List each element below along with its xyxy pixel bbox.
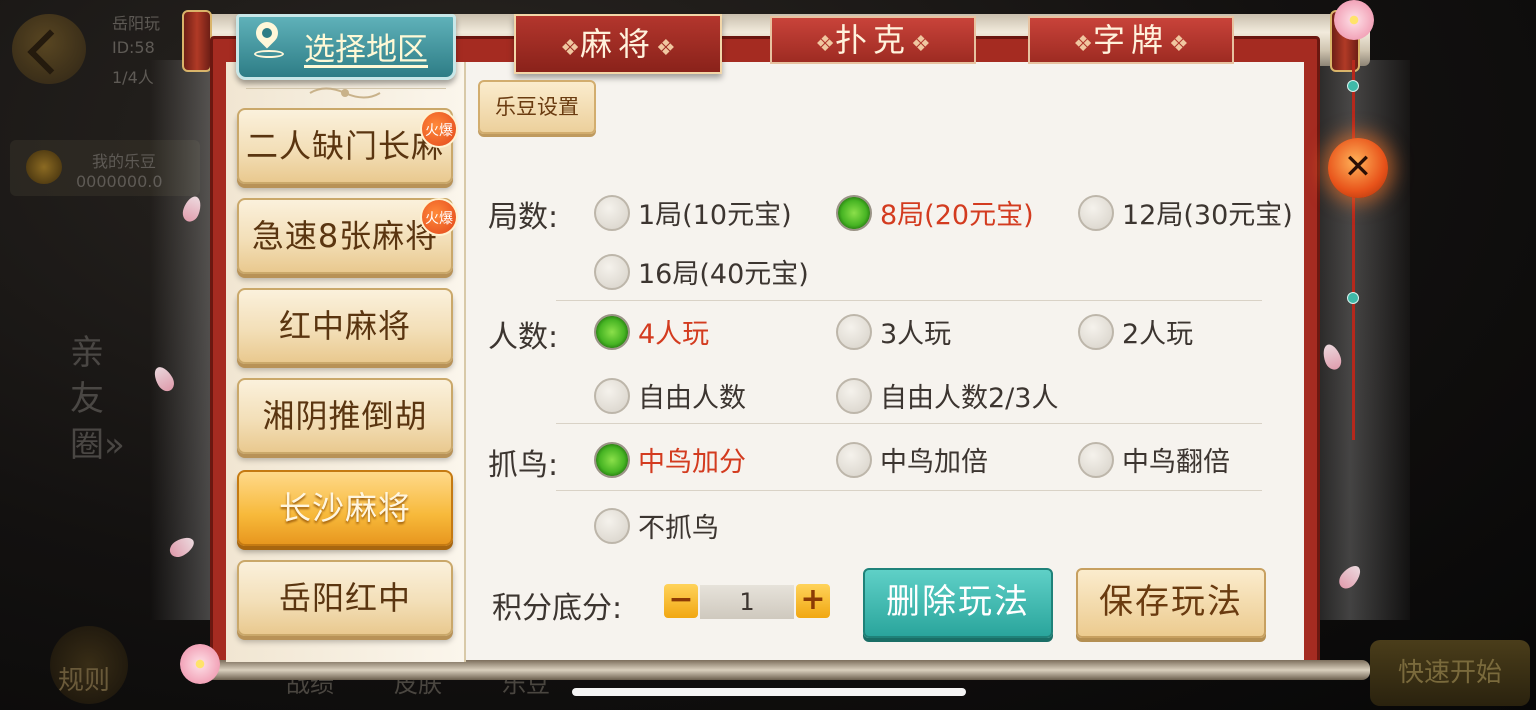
- option-label: 1局(10元宝): [638, 200, 792, 231]
- players-option-2[interactable]: 2人玩: [1078, 312, 1193, 351]
- sidebar-item-label: 长沙麻将: [278, 489, 411, 527]
- option-label: 16局(40元宝): [638, 259, 809, 290]
- bg-rule-label: 规则: [58, 666, 111, 696]
- rounds-label: 局数:: [488, 200, 559, 235]
- knot-icon: ❖: [1169, 32, 1189, 57]
- sidebar-item-label: 岳阳红中: [278, 579, 411, 617]
- base-score-label: 积分底分:: [492, 591, 623, 626]
- bg-room-id: ID:58: [112, 38, 155, 57]
- bg-room-name: 岳阳玩: [112, 14, 161, 33]
- select-region-label: 选择地区: [304, 32, 428, 68]
- bean-settings-button[interactable]: 乐豆设置: [478, 80, 596, 134]
- flower-icon: [1334, 0, 1374, 40]
- birds-option-flip-double[interactable]: 中鸟翻倍: [1078, 440, 1230, 479]
- tab-label: 扑克: [834, 21, 911, 59]
- bg-room-players: 1/4人: [112, 68, 154, 87]
- rod-cap-left: [182, 10, 212, 72]
- close-button[interactable]: ✕: [1328, 138, 1388, 198]
- delete-ruleset-button[interactable]: 删除玩法: [863, 568, 1053, 638]
- radio-selected-icon: [594, 441, 630, 478]
- rounds-option-1[interactable]: 1局(10元宝): [594, 193, 792, 232]
- tassel-cord: [1352, 60, 1355, 440]
- knot-icon: ❖: [656, 36, 676, 61]
- hot-badge: 火爆: [420, 198, 458, 236]
- sidebar-item-xiangyin[interactable]: 湘阴推倒胡: [237, 378, 453, 454]
- radio-icon: [1078, 313, 1114, 350]
- bg-bean-label: 我的乐豆: [92, 152, 157, 171]
- sidebar-item-label: 湘阴推倒胡: [262, 397, 428, 435]
- flower-icon: [180, 644, 220, 684]
- knot-icon: ❖: [911, 32, 931, 57]
- scroll-bottom-rod: [190, 660, 1370, 680]
- tab-label: 字牌: [1092, 21, 1169, 59]
- sidebar-item-label: 二人缺门长麻: [245, 127, 444, 165]
- sidebar-item-label: 急速8张麻将: [251, 217, 439, 255]
- bg-friends-circle: 亲友圈»: [70, 333, 125, 465]
- players-option-4[interactable]: 4人玩: [594, 312, 709, 351]
- bg-quick-start: 快速开始: [1370, 640, 1530, 706]
- home-indicator[interactable]: [572, 688, 966, 696]
- bead-icon: [1347, 80, 1359, 92]
- radio-selected-icon: [836, 194, 872, 231]
- option-label: 自由人数2/3人: [880, 383, 1059, 414]
- option-label: 4人玩: [638, 319, 710, 350]
- rounds-option-16[interactable]: 16局(40元宝): [594, 252, 809, 291]
- birds-option-double[interactable]: 中鸟加倍: [836, 440, 988, 479]
- option-label: 不抓鸟: [638, 513, 719, 544]
- players-option-3[interactable]: 3人玩: [836, 312, 951, 351]
- radio-icon: [1078, 194, 1114, 231]
- sidebar-item-erren-quemen[interactable]: 二人缺门长麻: [237, 108, 453, 184]
- radio-icon: [594, 253, 630, 290]
- radio-icon: [594, 377, 630, 414]
- radio-icon: [594, 194, 630, 231]
- option-label: 8局(20元宝): [880, 200, 1034, 231]
- players-option-free[interactable]: 自由人数: [594, 376, 746, 415]
- tab-zipai[interactable]: ❖字牌❖: [1028, 16, 1234, 64]
- radio-icon: [836, 313, 872, 350]
- option-label: 中鸟加分: [638, 447, 746, 478]
- divider: [556, 300, 1262, 301]
- divider: [556, 423, 1262, 424]
- players-label: 人数:: [488, 320, 559, 355]
- knot-icon: ❖: [1073, 32, 1093, 57]
- save-ruleset-button[interactable]: 保存玩法: [1076, 568, 1266, 638]
- rounds-option-8[interactable]: 8局(20元宝): [836, 193, 1034, 232]
- option-label: 2人玩: [1122, 319, 1194, 350]
- option-label: 中鸟翻倍: [1122, 447, 1230, 478]
- game-screen: 岳阳玩 ID:58 1/4人 我的乐豆 0000000.0 亲友圈» 规则 战绩…: [0, 0, 1536, 710]
- increment-button[interactable]: +: [796, 584, 830, 618]
- sidebar-item-hongzhong[interactable]: 红中麻将: [237, 288, 453, 364]
- birds-option-none[interactable]: 不抓鸟: [594, 506, 719, 545]
- option-label: 3人玩: [880, 319, 952, 350]
- knot-icon: ❖: [815, 32, 835, 57]
- radio-icon: [836, 377, 872, 414]
- location-pin-base: [254, 50, 284, 58]
- tab-label: 麻将: [579, 25, 656, 63]
- sidebar-item-changsha[interactable]: 长沙麻将: [237, 470, 453, 546]
- radio-icon: [1078, 441, 1114, 478]
- sidebar-item-label: 红中麻将: [278, 307, 411, 345]
- hot-badge: 火爆: [420, 110, 458, 148]
- decrement-button[interactable]: −: [664, 584, 698, 618]
- knot-icon: ❖: [560, 36, 580, 61]
- sidebar-item-yueyang[interactable]: 岳阳红中: [237, 560, 453, 636]
- birds-label: 抓鸟:: [488, 448, 559, 483]
- option-label: 中鸟加倍: [880, 447, 988, 478]
- players-option-free-2-3[interactable]: 自由人数2/3人: [836, 376, 1058, 415]
- bead-icon: [1347, 292, 1359, 304]
- tab-mahjong[interactable]: ❖麻将❖: [514, 14, 722, 74]
- cloud-ornament-icon: [309, 87, 381, 99]
- option-label: 自由人数: [638, 383, 746, 414]
- tab-poker[interactable]: ❖扑克❖: [770, 16, 976, 64]
- option-label: 12局(30元宝): [1122, 200, 1293, 231]
- birds-option-add-score[interactable]: 中鸟加分: [594, 440, 746, 479]
- back-icon: [12, 14, 86, 84]
- radio-icon: [594, 507, 630, 544]
- radio-selected-icon: [594, 313, 630, 350]
- rounds-option-12[interactable]: 12局(30元宝): [1078, 193, 1293, 232]
- base-score-value[interactable]: 1: [700, 585, 794, 619]
- radio-icon: [836, 441, 872, 478]
- divider: [556, 490, 1262, 491]
